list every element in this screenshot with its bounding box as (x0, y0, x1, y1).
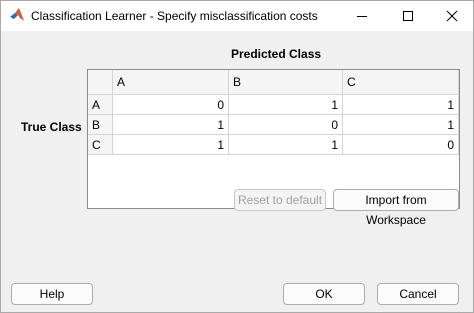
column-header-b[interactable]: B (229, 70, 343, 95)
cost-cell-a-c[interactable]: 1 (343, 95, 459, 115)
maximize-icon (403, 11, 413, 21)
cost-cell-c-b[interactable]: 1 (229, 135, 343, 155)
dialog-window: Classification Learner - Specify misclas… (0, 0, 474, 313)
title-bar[interactable]: Classification Learner - Specify misclas… (1, 1, 473, 31)
import-from-workspace-button[interactable]: Import from Workspace (333, 189, 459, 227)
row-header-a[interactable]: A (88, 95, 113, 115)
minimize-button[interactable] (339, 1, 385, 31)
row-header-b[interactable]: B (88, 115, 113, 135)
column-header-a[interactable]: A (113, 70, 229, 95)
close-button[interactable] (429, 1, 474, 31)
reset-to-default-button[interactable]: Reset to default (234, 189, 326, 211)
minimize-icon (357, 16, 367, 17)
predicted-class-label: Predicted Class (231, 47, 322, 61)
cost-cell-c-c[interactable]: 0 (343, 135, 459, 155)
window-title: Classification Learner - Specify misclas… (31, 9, 318, 23)
column-header-c[interactable]: C (343, 70, 459, 95)
ok-button[interactable]: OK (283, 283, 365, 305)
close-icon (446, 10, 458, 22)
cost-cell-b-c[interactable]: 1 (343, 115, 459, 135)
cancel-button[interactable]: Cancel (377, 283, 459, 305)
cost-cell-a-b[interactable]: 1 (229, 95, 343, 115)
dialog-body: Predicted Class True Class A B C A 0 1 1… (1, 31, 473, 312)
cost-cell-b-b[interactable]: 0 (229, 115, 343, 135)
matlab-logo-icon (10, 8, 24, 21)
table-corner-cell (88, 70, 113, 95)
cost-cell-a-a[interactable]: 0 (113, 95, 229, 115)
true-class-label: True Class (21, 120, 82, 134)
help-button[interactable]: Help (11, 283, 93, 305)
cost-cell-c-a[interactable]: 1 (113, 135, 229, 155)
cost-cell-b-a[interactable]: 1 (113, 115, 229, 135)
cost-matrix-table: A B C A 0 1 1 B 1 0 1 C 1 1 0 (87, 69, 460, 209)
row-header-c[interactable]: C (88, 135, 113, 155)
maximize-button[interactable] (385, 1, 431, 31)
